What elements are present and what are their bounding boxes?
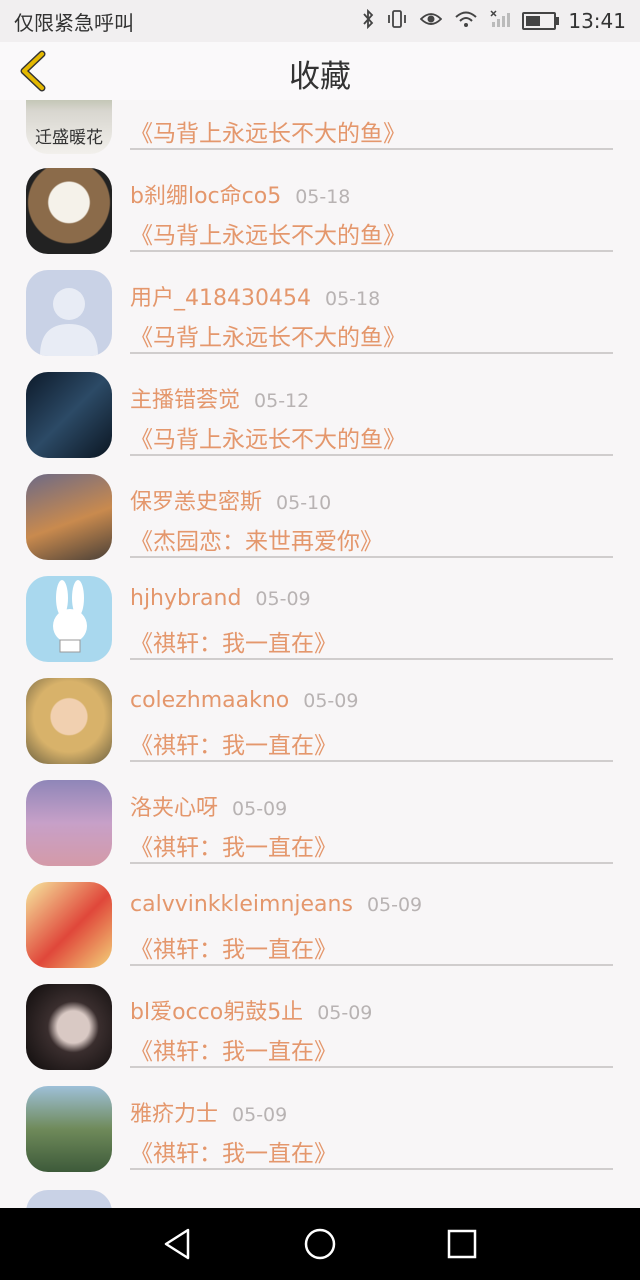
avatar (26, 780, 112, 866)
triangle-back-icon (164, 1228, 190, 1260)
avatar (26, 270, 112, 356)
book-title: 《祺轩：我一直在》 (130, 733, 337, 759)
avatar (26, 882, 112, 968)
system-nav-bar (0, 1208, 640, 1280)
divider (130, 556, 613, 558)
date: 05-12 (254, 390, 310, 412)
avatar (26, 984, 112, 1070)
date: 05-09 (232, 798, 288, 820)
default-user-icon (40, 288, 98, 356)
user-name: bl爱occo躬鼓5止 05-09 (130, 1000, 373, 1025)
avatar (26, 678, 112, 764)
book-title: 《祺轩：我一直在》 (130, 835, 337, 861)
avatar-caption: 迁盛暖花 (35, 128, 103, 148)
status-icons: 13:41 (362, 0, 626, 42)
book-title: 《祺轩：我一直在》 (130, 1039, 337, 1065)
list-item[interactable]: hjhybrand 05-09 《祺轩：我一直在》 (0, 566, 640, 668)
app-header: 收藏 (0, 42, 640, 100)
bunny-icon (53, 580, 87, 653)
divider (130, 1168, 613, 1170)
divider (130, 658, 613, 660)
list-item[interactable]: b刹绷loc命co5 05-18 《马背上永远长不大的鱼》 (0, 158, 640, 260)
status-bar: 仅限紧急呼叫 13:41 (0, 0, 640, 42)
nav-recents-button[interactable] (444, 1226, 480, 1262)
divider (130, 964, 613, 966)
square-recents-icon (447, 1229, 477, 1259)
user-name: b刹绷loc命co5 05-18 (130, 184, 351, 209)
book-title: 《祺轩：我一直在》 (130, 1141, 337, 1167)
user-name: colezhmaakno 05-09 (130, 688, 359, 713)
date: 05-10 (276, 492, 332, 514)
divider (130, 1066, 613, 1068)
date: 05-18 (295, 186, 351, 208)
list-item[interactable]: colezhmaakno 05-09 《祺轩：我一直在》 (0, 668, 640, 770)
user-name: 保罗恙史密斯 05-10 (130, 490, 332, 515)
list-item[interactable]: 用户_418430454 05-18 《马背上永远长不大的鱼》 (0, 260, 640, 362)
carrier-label: 仅限紧急呼叫 (14, 10, 134, 35)
user-name: 主播错荟觉 05-12 (130, 388, 310, 413)
book-title: 《马背上永远长不大的鱼》 (130, 223, 406, 249)
divider (130, 352, 613, 354)
user-name: calvvinkkleimnjeans 05-09 (130, 892, 423, 917)
user-name: hjhybrand 05-09 (130, 586, 311, 611)
date: 05-18 (324, 288, 381, 310)
divider (130, 148, 613, 150)
divider (130, 862, 613, 864)
list-item[interactable]: bl爱occo躬鼓5止 05-09 《祺轩：我一直在》 (0, 974, 640, 1076)
avatar (26, 168, 112, 254)
date: 05-09 (366, 894, 423, 916)
date: 05-09 (317, 1002, 373, 1024)
book-title: 《马背上永远长不大的鱼》 (130, 121, 406, 147)
list-item[interactable]: calvvinkkleimnjeans 05-09 《祺轩：我一直在》 (0, 872, 640, 974)
list-item[interactable]: 主播错荟觉 05-12 《马背上永远长不大的鱼》 (0, 362, 640, 464)
nav-back-button[interactable] (160, 1226, 196, 1262)
battery-icon (522, 12, 560, 30)
book-title: 《马背上永远长不大的鱼》 (130, 427, 406, 453)
divider (130, 250, 613, 252)
list-item[interactable]: 雅疥力士 05-09 《祺轩：我一直在》 (0, 1076, 640, 1178)
user-name: 用户_418430454 05-18 (130, 286, 381, 311)
circle-home-icon (304, 1228, 336, 1260)
divider (130, 454, 613, 456)
book-title: 《祺轩：我一直在》 (130, 937, 337, 963)
book-title: 《杰园恋：来世再爱你》 (130, 529, 383, 555)
no-signal-icon (490, 9, 511, 33)
date: 05-09 (232, 1104, 288, 1126)
page-title: 收藏 (289, 59, 351, 95)
clock: 13:41 (568, 9, 626, 33)
avatar (26, 372, 112, 458)
eye-icon (420, 11, 443, 32)
nav-home-button[interactable] (302, 1226, 338, 1262)
list-item[interactable]: 保罗恙史密斯 05-10 《杰园恋：来世再爱你》 (0, 464, 640, 566)
list-item[interactable]: 洛夹心呀 05-09 《祺轩：我一直在》 (0, 770, 640, 872)
vibrate-icon (386, 9, 408, 34)
avatar (26, 1086, 112, 1172)
divider (130, 760, 613, 762)
bluetooth-icon (362, 8, 374, 34)
book-title: 《马背上永远长不大的鱼》 (130, 325, 406, 351)
user-name: 洛夹心呀 05-09 (130, 796, 288, 821)
user-name: 雅疥力士 05-09 (130, 1102, 288, 1127)
avatar (26, 474, 112, 560)
avatar (26, 576, 112, 662)
book-title: 《祺轩：我一直在》 (130, 631, 337, 657)
date: 05-09 (255, 588, 311, 610)
wifi-icon (454, 10, 478, 33)
date: 05-09 (303, 690, 359, 712)
